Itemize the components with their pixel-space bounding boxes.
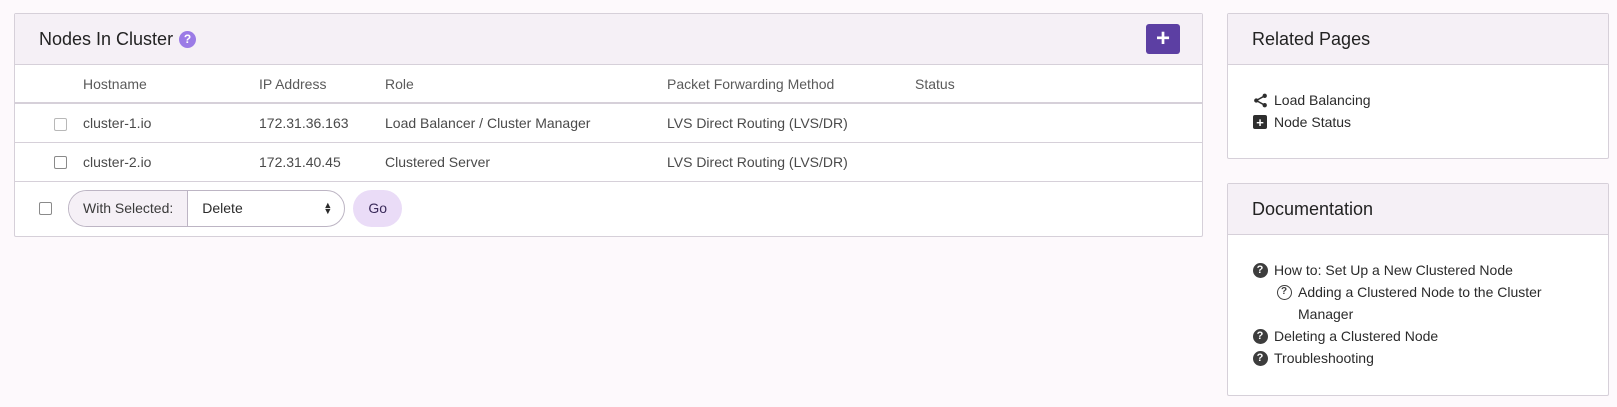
table-row: cluster-2.io 172.31.40.45 Clustered Serv… <box>15 142 1202 182</box>
bulk-actions-bar: With Selected: Delete ▲ ▼ Go <box>15 182 1202 235</box>
nodes-table: Hostname IP Address Role Packet Forwardi… <box>15 65 1202 182</box>
question-circle-icon: ? <box>1252 259 1268 281</box>
add-node-button[interactable]: + <box>1146 24 1180 54</box>
nodes-panel-header: Nodes In Cluster ? + <box>15 14 1202 65</box>
doc-link-label[interactable]: Deleting a Clustered Node <box>1274 325 1438 347</box>
method-cell: LVS Direct Routing (LVS/DR) <box>667 103 915 143</box>
bulk-action-select[interactable]: Delete ▲ ▼ <box>188 191 344 226</box>
bulk-action-value: Delete <box>202 200 243 216</box>
share-icon <box>1252 89 1268 111</box>
documentation-panel: Documentation ? How to: Set Up a New Clu… <box>1227 183 1609 396</box>
related-pages-panel: Related Pages Load Balancing + Node Stat… <box>1227 13 1609 159</box>
doc-link-adding-node[interactable]: ? Adding a Clustered Node to the Cluster… <box>1252 281 1584 325</box>
column-header-packet-forwarding-method[interactable]: Packet Forwarding Method <box>667 65 915 104</box>
related-link-label[interactable]: Load Balancing <box>1274 89 1371 111</box>
table-header-row: Hostname IP Address Role Packet Forwardi… <box>15 65 1202 104</box>
column-header-status[interactable]: Status <box>915 65 1202 104</box>
status-cell <box>915 103 1202 143</box>
status-cell <box>915 142 1202 182</box>
doc-link-troubleshooting[interactable]: ? Troubleshooting <box>1252 347 1584 369</box>
question-circle-icon: ? <box>1252 347 1268 369</box>
column-header-hostname[interactable]: Hostname <box>69 65 259 104</box>
nodes-panel-title: Nodes In Cluster <box>39 28 174 49</box>
row-checkbox[interactable] <box>54 117 67 131</box>
related-pages-header: Related Pages <box>1228 14 1608 65</box>
doc-link-label[interactable]: Troubleshooting <box>1274 347 1374 369</box>
question-circle-icon: ? <box>1252 325 1268 347</box>
plus-icon: + <box>1155 25 1170 52</box>
with-selected-label: With Selected: <box>69 190 189 226</box>
column-header-ip-address[interactable]: IP Address <box>259 65 385 104</box>
plus-square-icon: + <box>1252 111 1268 133</box>
question-circle-outline-icon: ? <box>1276 281 1292 303</box>
doc-link-label[interactable]: How to: Set Up a New Clustered Node <box>1274 259 1513 281</box>
column-header-role[interactable]: Role <box>385 65 667 104</box>
doc-link-label[interactable]: Adding a Clustered Node to the Cluster M… <box>1298 281 1584 325</box>
role-cell: Load Balancer / Cluster Manager <box>385 103 667 143</box>
select-arrows-icon: ▲ ▼ <box>323 200 333 216</box>
row-select-cell <box>15 142 69 182</box>
doc-link-setup-new-node[interactable]: ? How to: Set Up a New Clustered Node <box>1252 259 1584 281</box>
doc-link-deleting-node[interactable]: ? Deleting a Clustered Node <box>1252 325 1584 347</box>
documentation-list: ? How to: Set Up a New Clustered Node ? … <box>1228 235 1608 369</box>
with-selected-group: With Selected: Delete ▲ ▼ <box>68 189 346 227</box>
row-checkbox[interactable] <box>54 156 67 170</box>
role-cell: Clustered Server <box>385 142 667 182</box>
documentation-title: Documentation <box>1252 198 1374 219</box>
nodes-in-cluster-panel: Nodes In Cluster ? + Hostname IP Address… <box>14 13 1203 237</box>
select-column-header <box>15 65 69 104</box>
row-select-cell <box>15 103 69 143</box>
ip-cell: 172.31.36.163 <box>259 103 385 143</box>
go-button[interactable]: Go <box>353 189 403 227</box>
question-circle-icon[interactable]: ? <box>179 30 197 48</box>
hostname-cell: cluster-1.io <box>69 103 259 143</box>
title-wrap: Nodes In Cluster ? <box>39 28 197 50</box>
table-row: cluster-1.io 172.31.36.163 Load Balancer… <box>15 103 1202 143</box>
documentation-header: Documentation <box>1228 184 1608 235</box>
related-link-label[interactable]: Node Status <box>1274 111 1351 133</box>
ip-cell: 172.31.40.45 <box>259 142 385 182</box>
related-pages-list: Load Balancing + Node Status <box>1228 65 1608 133</box>
method-cell: LVS Direct Routing (LVS/DR) <box>667 142 915 182</box>
select-all-checkbox[interactable] <box>39 201 52 215</box>
related-pages-title: Related Pages <box>1252 28 1371 49</box>
related-link-load-balancing[interactable]: Load Balancing <box>1252 89 1584 111</box>
hostname-cell: cluster-2.io <box>69 142 259 182</box>
related-link-node-status[interactable]: + Node Status <box>1252 111 1584 133</box>
